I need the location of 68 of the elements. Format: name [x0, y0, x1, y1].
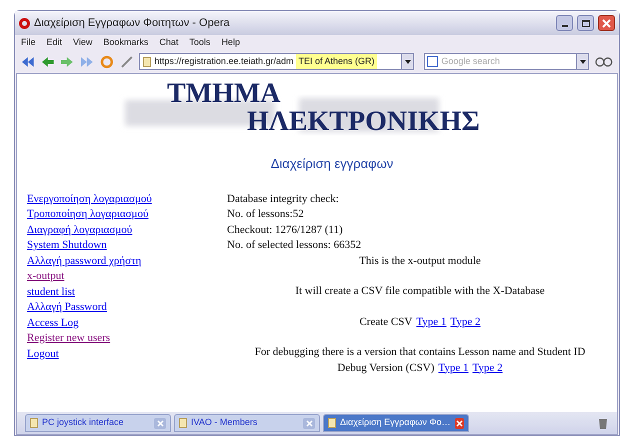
browser-tab[interactable]: PC joystick interface [25, 414, 171, 432]
browser-tab[interactable]: IVAO - Members [174, 414, 320, 432]
dropdown-button[interactable] [401, 54, 414, 69]
page-icon [143, 56, 152, 66]
caret-icon [404, 60, 411, 64]
url-text: https://registration.ee.teiath.gr/adm [154, 54, 294, 68]
type-link[interactable]: Type 2 [450, 314, 481, 330]
link-label: Create CSV [359, 314, 412, 330]
window-title: Διαχείριση Εγγραφων Φοιτητων - Opera [34, 16, 231, 31]
glasses-icon[interactable] [595, 56, 613, 66]
search-input[interactable]: Google search [441, 54, 574, 68]
nav-link[interactable]: Διαγραφή λογαριασμού [27, 222, 132, 238]
debug-note: For debugging there is a version that contains Lesson name and Student ID [254, 345, 586, 360]
tab-close-icon[interactable] [454, 418, 464, 428]
status-line: No. of lessons:52 [227, 207, 304, 222]
type-link[interactable]: Type 1 [416, 314, 446, 330]
status-line: Checkout: 1276/1287 (11) [227, 222, 343, 238]
page-icon [179, 418, 187, 428]
nav-link[interactable]: Τροποποίηση λογαριασμού [27, 207, 148, 222]
maximize-button[interactable] [577, 15, 594, 31]
link-label: Debug Version (CSV) [337, 360, 434, 376]
type-link[interactable]: Type 2 [472, 360, 503, 376]
menu-item[interactable]: Tools [189, 36, 210, 50]
nav-link[interactable]: Αλλαγή Password [27, 300, 107, 316]
browser-tab[interactable]: Διαχείριση Εγγραφων Φο… [323, 414, 469, 432]
tab-label: Διαχείριση Εγγραφων Φο… [340, 416, 451, 430]
menu-item[interactable]: Help [221, 36, 240, 50]
tab-label: PC joystick interface [42, 416, 125, 430]
security-badge: TEI of Athens (GR) [296, 54, 377, 69]
nav-link[interactable]: Αλλαγή password χρήστη [27, 254, 142, 269]
nav-link[interactable]: Register new users [27, 331, 110, 346]
minimize-button[interactable] [556, 15, 573, 31]
nav-link[interactable]: Access Log [27, 316, 79, 331]
menu-item[interactable]: View [73, 36, 92, 50]
page-icon [328, 418, 336, 428]
google-icon [427, 56, 438, 67]
forward-arrow-icon[interactable] [60, 56, 74, 68]
tab-label: IVAO - Members [191, 416, 258, 430]
status-line: Database integrity check: [227, 192, 339, 206]
nav-link[interactable]: Logout [27, 346, 59, 362]
nav-link[interactable]: student list [27, 284, 75, 300]
menu-item[interactable]: File [21, 36, 36, 50]
fast-forward-icon[interactable] [80, 56, 94, 68]
search-field[interactable]: Google search [424, 53, 590, 70]
opera-logo-icon [19, 18, 30, 28]
nav-link[interactable]: x-output [27, 269, 64, 284]
logo-heading: ΤΜΗΜΑ [167, 80, 281, 108]
status-line: No. of selected lessons: 66352 [227, 238, 362, 253]
nav-link[interactable]: System Shutdown [27, 238, 107, 254]
address-field[interactable]: https://registration.ee.teiath.gr/adm TEI of Athens (GR) [139, 53, 414, 70]
rewind-icon[interactable] [21, 56, 35, 68]
pen-icon[interactable] [120, 54, 134, 68]
logo-heading: ΗΛΕΚΤΡΟΝΙΚΗΣ [247, 108, 480, 136]
reload-icon[interactable] [100, 54, 114, 68]
page-title: Διαχείριση εγγραφων [270, 155, 394, 173]
menu-item[interactable]: Edit [46, 36, 62, 50]
page-icon [30, 418, 38, 428]
menu-item[interactable]: Bookmarks [103, 36, 148, 50]
close-button[interactable] [598, 15, 615, 31]
caret-icon [580, 60, 586, 64]
nav-link[interactable]: Ενεργοποίηση λογαριασμού [27, 192, 152, 207]
menu-item[interactable]: Chat [159, 36, 178, 50]
back-arrow-icon[interactable] [40, 56, 54, 68]
description-text: It will create a CSV file compatible with the X-Database [295, 284, 545, 299]
trash-icon[interactable] [597, 417, 609, 429]
type-link[interactable]: Type 1 [438, 360, 468, 376]
close-icon [602, 18, 611, 28]
module-title: This is the x-output module [359, 254, 481, 268]
